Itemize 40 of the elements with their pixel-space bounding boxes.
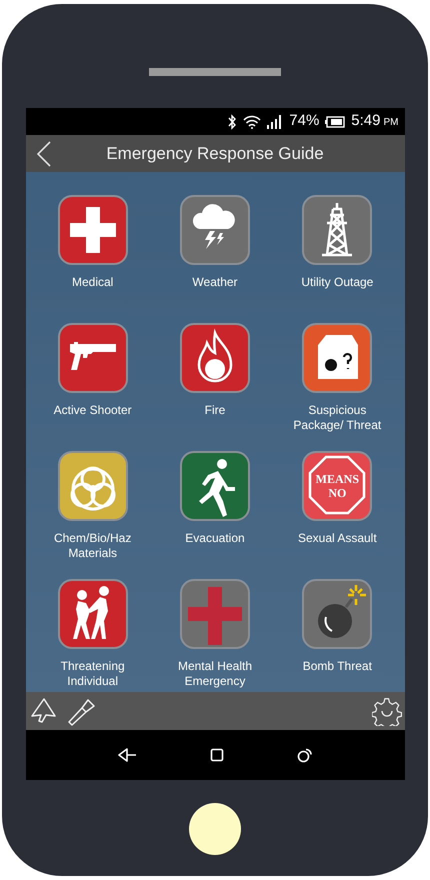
settings-icon[interactable]: [372, 696, 402, 726]
emergency-tile-button[interactable]: [302, 195, 372, 265]
sign-text: NO: [328, 487, 346, 499]
clock-time: 5:49: [351, 111, 380, 132]
tile-label: Bomb Threat: [302, 659, 373, 675]
wifi-icon: [243, 114, 262, 128]
tile-label: Threatening Individual: [60, 659, 126, 689]
nav-back-icon[interactable]: [117, 747, 137, 763]
back-icon[interactable]: [36, 140, 52, 168]
emergency-tile-button[interactable]: [180, 195, 250, 265]
clock-meridiem: PM: [384, 116, 398, 130]
battery-icon: [325, 116, 346, 128]
emergency-tile-button[interactable]: [180, 579, 250, 649]
tile-label: Evacuation: [184, 531, 246, 547]
sign-text: MEANS: [316, 473, 359, 485]
tile-label: Active Shooter: [52, 403, 133, 419]
emergency-tile-button[interactable]: [302, 579, 372, 649]
emergency-tile-button[interactable]: [58, 195, 128, 265]
tile-label: Suspicious Package/ Threat: [292, 403, 382, 433]
nav-home-icon[interactable]: [210, 748, 224, 762]
emergency-tile-button[interactable]: MEANS NO: [302, 451, 372, 521]
bluetooth-icon: [227, 114, 238, 130]
home-button[interactable]: [189, 803, 241, 855]
tile-label: Sexual Assault: [296, 531, 378, 547]
emergency-tile-button[interactable]: [58, 451, 128, 521]
emergency-tile-button[interactable]: [302, 323, 372, 393]
tile-label: Medical: [70, 275, 114, 291]
tile-label: Utility Outage: [300, 275, 374, 291]
tile-label: Mental Health Emergency: [176, 659, 253, 689]
emergency-tile-button[interactable]: [58, 323, 128, 393]
tile-label: Weather: [191, 275, 239, 291]
emergency-tile-button[interactable]: [180, 323, 250, 393]
tile-label: Chem/Bio/Haz Materials: [52, 531, 132, 561]
screen-title: Emergency Response Guide: [106, 142, 324, 165]
tile-label: Fire: [204, 403, 226, 419]
battery-percent: 74%: [289, 111, 320, 132]
signal-icon: [267, 114, 284, 128]
nav-recents-icon[interactable]: [297, 747, 313, 763]
emergency-tile-button[interactable]: [58, 579, 128, 649]
emergency-tile-button[interactable]: [180, 451, 250, 521]
